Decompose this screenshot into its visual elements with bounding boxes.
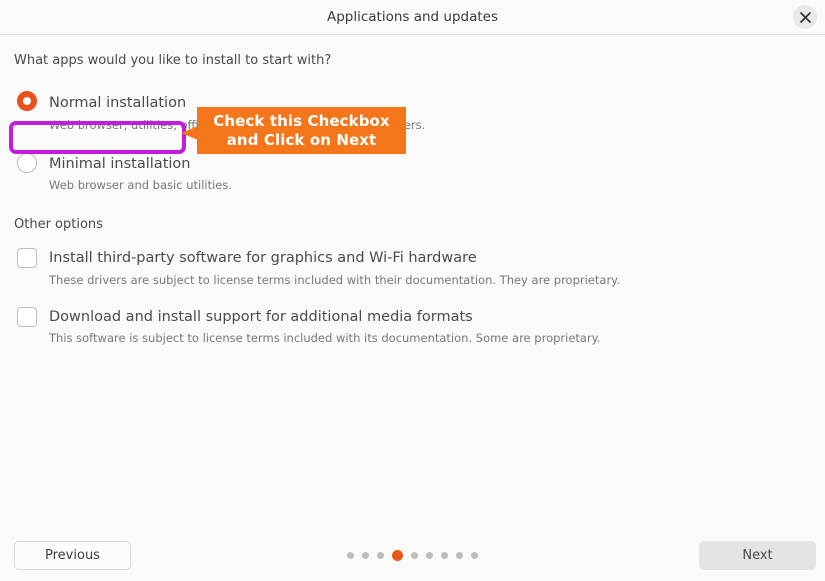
installer-window: Applications and updates What apps would…: [0, 0, 825, 581]
next-button[interactable]: Next: [699, 541, 816, 570]
step-dot: [426, 552, 433, 559]
window-title: Applications and updates: [326, 9, 499, 25]
step-dot: [347, 552, 354, 559]
annotation-callout-line-1: Check this Checkbox: [213, 112, 390, 131]
titlebar: Applications and updates: [0, 0, 825, 35]
main-content: What apps would you like to install to s…: [0, 35, 825, 530]
checkbox-option-media-formats-label: Download and install support for additio…: [49, 309, 473, 325]
step-dot: [441, 552, 448, 559]
radio-minimal-installation-icon[interactable]: [17, 153, 37, 173]
footer: Previous Next: [0, 530, 825, 581]
step-dot: [471, 552, 478, 559]
radio-option-minimal-installation-description: Web browser and basic utilities.: [49, 178, 233, 192]
checkbox-third-party-software-icon[interactable]: [17, 248, 37, 268]
radio-option-minimal-installation-label: Minimal installation: [49, 156, 191, 172]
close-icon: [799, 11, 811, 23]
step-dot: [456, 552, 463, 559]
checkbox-option-third-party-software-label: Install third-party software for graphic…: [49, 250, 477, 266]
radio-normal-installation-icon[interactable]: [17, 91, 37, 111]
checkbox-option-third-party-software-description: These drivers are subject to license ter…: [49, 273, 620, 287]
checkbox-option-media-formats-description: This software is subject to license term…: [49, 331, 601, 345]
close-button[interactable]: [793, 5, 817, 29]
step-dot: [362, 552, 369, 559]
checkbox-media-formats-icon[interactable]: [17, 307, 37, 327]
page-question: What apps would you like to install to s…: [14, 53, 332, 68]
annotation-callout: Check this Checkbox and Click on Next: [197, 107, 406, 154]
radio-option-normal-installation-label: Normal installation: [49, 95, 187, 111]
annotation-callout-line-2: and Click on Next: [226, 130, 377, 149]
other-options-heading: Other options: [14, 217, 103, 232]
step-dot: [411, 552, 418, 559]
step-dot-active: [392, 550, 403, 561]
annotation-arrow-icon: [181, 126, 198, 140]
step-dot: [377, 552, 384, 559]
